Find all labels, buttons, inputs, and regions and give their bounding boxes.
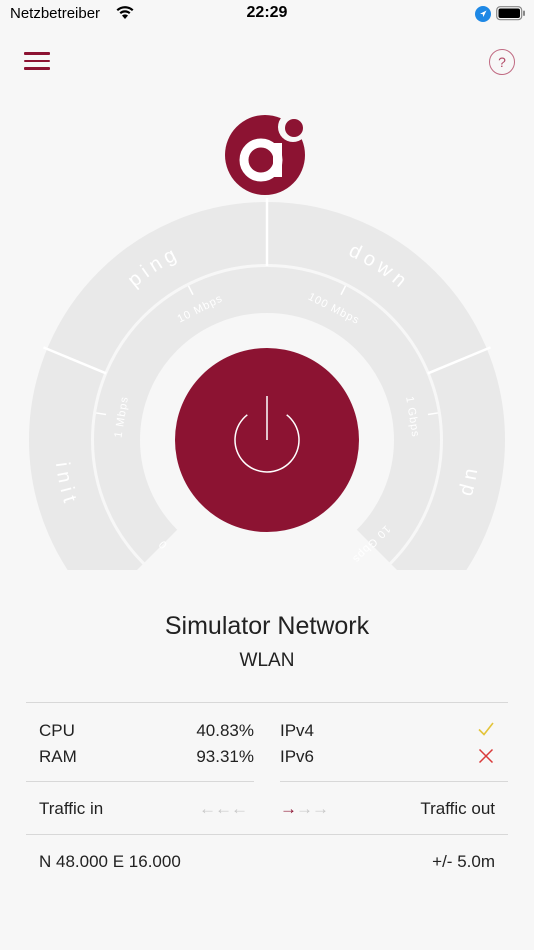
battery-icon xyxy=(496,6,525,21)
app-logo xyxy=(225,112,308,195)
network-name: Simulator Network xyxy=(164,612,370,640)
traffic-out-arrow-active: → xyxy=(280,799,297,818)
hamburger-menu-icon xyxy=(24,52,50,55)
location-accuracy: +/- 5.0m xyxy=(432,852,495,871)
cpu-label: CPU xyxy=(39,721,75,740)
traffic-out-label: Traffic out xyxy=(420,799,495,818)
location-coords: N 48.000 E 16.000 xyxy=(39,852,181,871)
traffic-in-arrows: ←←← xyxy=(199,799,248,818)
check-icon xyxy=(478,722,494,736)
traffic-out-arrows: →→→ xyxy=(280,799,329,819)
divider xyxy=(26,702,508,703)
menu-button[interactable] xyxy=(24,52,50,72)
traffic-in-label: Traffic in xyxy=(39,799,104,818)
network-type: WLAN xyxy=(239,650,295,671)
ipv4-label: IPv4 xyxy=(280,721,315,740)
divider xyxy=(26,781,254,782)
traffic-out-arrow-idle: →→ xyxy=(296,799,329,818)
divider xyxy=(280,781,508,782)
ram-label: RAM xyxy=(39,747,77,766)
status-bar: Netzbetreiber 22:29 xyxy=(0,0,534,30)
ipv6-label: IPv6 xyxy=(280,747,315,766)
ram-value: 93.31% xyxy=(196,747,254,766)
cpu-value: 40.83% xyxy=(196,721,254,740)
clock: 22:29 xyxy=(246,4,288,21)
location-services-icon xyxy=(475,6,491,22)
divider xyxy=(26,834,508,835)
help-button[interactable]: ? xyxy=(489,49,515,75)
cross-icon xyxy=(478,748,494,764)
speed-gauge: initping downup01 Mbps10 Mbps 100 Mbps1 Gb… xyxy=(29,112,505,570)
